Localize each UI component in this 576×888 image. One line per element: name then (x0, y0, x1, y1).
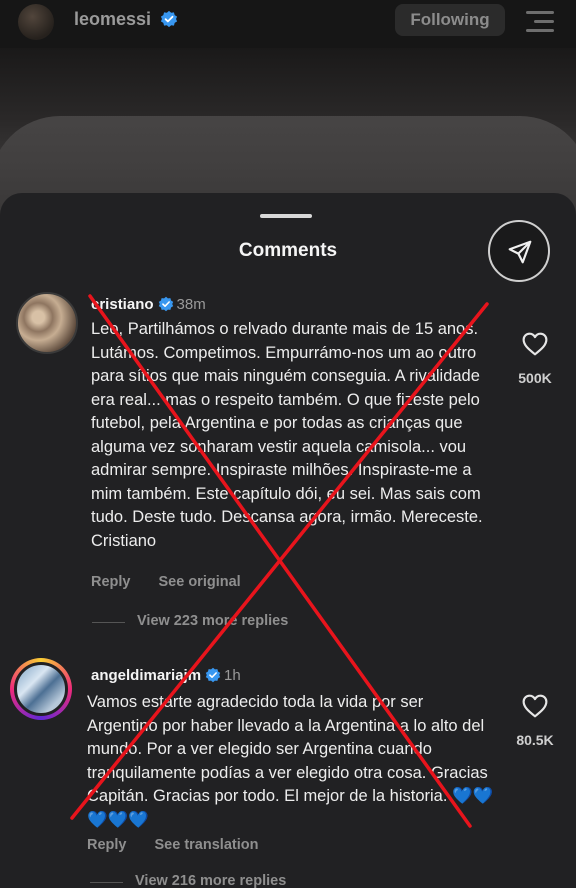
verified-badge-icon (205, 667, 221, 683)
heart-icon (522, 332, 548, 356)
comments-sheet: Comments cristiano 38m Leo, Partilhámos o… (0, 193, 576, 888)
menu-icon[interactable] (526, 11, 554, 32)
heart-icon (522, 694, 548, 718)
profile-username[interactable]: leomessi (74, 9, 151, 30)
comment-actions: Reply See original (91, 574, 269, 590)
like-button[interactable]: 500K (505, 332, 565, 386)
comment-time: 38m (176, 296, 206, 313)
drag-handle[interactable] (260, 214, 312, 218)
see-original-button[interactable]: See original (159, 574, 241, 590)
comment-username[interactable]: cristiano (91, 296, 154, 313)
share-button[interactable] (488, 220, 550, 282)
comment-time: 1h (224, 667, 241, 684)
like-count: 500K (518, 370, 552, 386)
reply-button[interactable]: Reply (91, 574, 131, 590)
verified-badge-icon (160, 10, 178, 28)
verified-badge-icon (158, 296, 173, 312)
comment-meta: cristiano 38m (91, 296, 206, 313)
view-replies-button[interactable]: View 216 more replies (89, 873, 286, 888)
following-button[interactable]: Following (395, 4, 505, 36)
profile-header: leomessi Following (0, 0, 576, 48)
comment-text: Leo, Partilhámos o relvado durante mais … (91, 320, 483, 550)
comment-actions: Reply See translation (87, 837, 286, 853)
reply-button[interactable]: Reply (87, 837, 127, 853)
like-button[interactable]: 80.5K (505, 694, 565, 748)
avatar (14, 662, 68, 716)
comment-meta: angeldimariajm 1h (91, 667, 241, 684)
avatar-story-ring[interactable] (10, 658, 72, 720)
like-count: 80.5K (516, 732, 554, 748)
profile-avatar[interactable] (18, 4, 54, 40)
see-translation-button[interactable]: See translation (155, 837, 259, 853)
comment-username[interactable]: angeldimariajm (91, 667, 201, 684)
comment-text: Vamos estarte agradecido toda la vida po… (87, 693, 494, 829)
avatar[interactable] (16, 292, 78, 354)
share-icon (508, 240, 532, 264)
view-replies-button[interactable]: View 223 more replies (91, 613, 288, 629)
